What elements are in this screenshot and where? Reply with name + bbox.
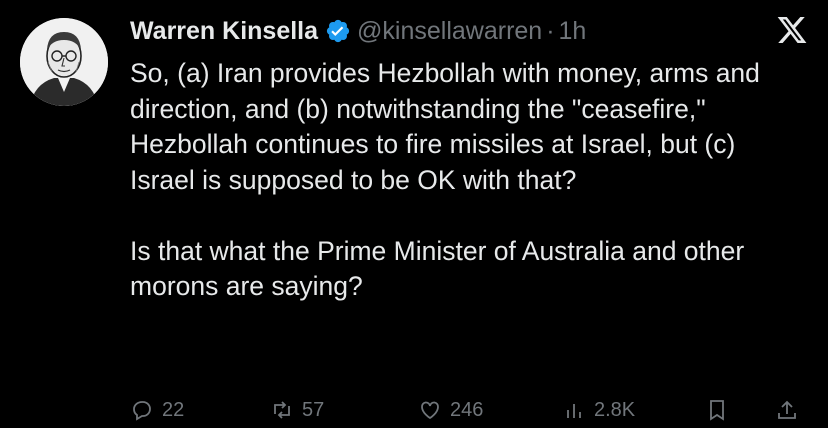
views-button[interactable]: 2.8K — [562, 398, 635, 422]
verified-badge-icon — [325, 18, 351, 44]
tweet-actions: 22 57 246 2.8K — [130, 398, 810, 428]
repost-button[interactable]: 57 — [270, 398, 324, 422]
timestamp[interactable]: 1h — [559, 17, 587, 46]
tweet-text: So, (a) Iran provides Hezbollah with mon… — [130, 58, 760, 301]
views-count: 2.8K — [594, 398, 636, 421]
repost-count: 57 — [302, 398, 325, 421]
share-icon — [778, 400, 796, 419]
handle[interactable]: @kinsellawarren — [357, 17, 542, 46]
reply-button[interactable]: 22 — [130, 398, 184, 422]
x-logo-icon[interactable] — [775, 14, 809, 46]
avatar[interactable] — [20, 18, 108, 106]
display-name[interactable]: Warren Kinsella — [130, 17, 318, 46]
views-icon — [567, 404, 581, 418]
tweet-header: Warren Kinsella @kinsellawarren · 1h — [130, 14, 586, 48]
bookmark-icon — [710, 400, 724, 421]
reply-icon — [133, 401, 151, 421]
like-icon — [421, 401, 439, 420]
like-count: 246 — [450, 398, 484, 421]
separator-dot: · — [546, 16, 555, 45]
repost-icon — [274, 401, 290, 419]
bookmark-button[interactable] — [705, 398, 737, 422]
tweet-card: Warren Kinsella @kinsellawarren · 1h So,… — [0, 0, 828, 421]
reply-count: 22 — [162, 398, 185, 421]
like-button[interactable]: 246 — [418, 398, 483, 422]
share-button[interactable] — [775, 398, 807, 422]
